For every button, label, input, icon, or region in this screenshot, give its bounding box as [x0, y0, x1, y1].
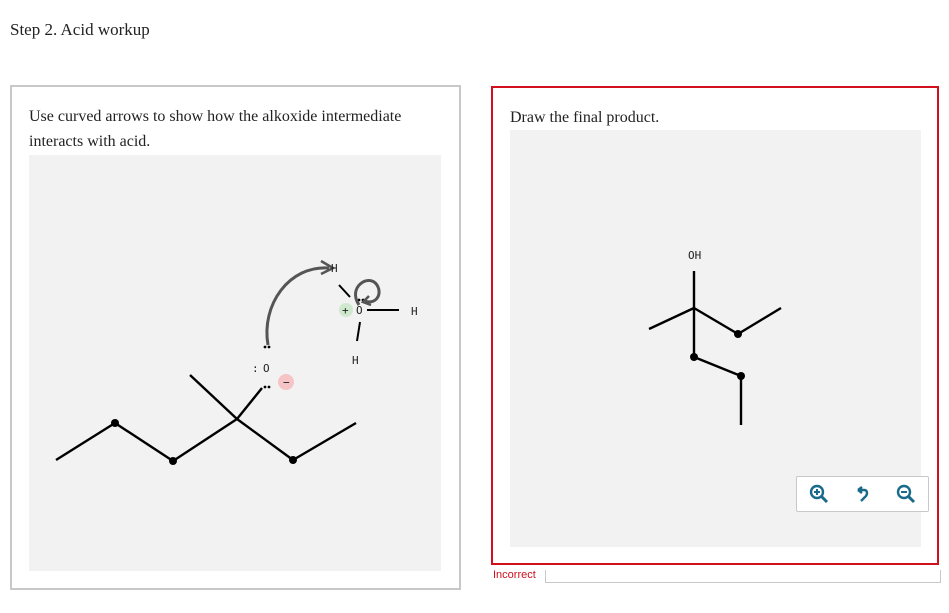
- curved-arrow[interactable]: [265, 266, 330, 346]
- product-canvas[interactable]: OH: [510, 130, 929, 547]
- plus-charge-label: +: [342, 304, 349, 317]
- zoom-in-icon: [809, 484, 828, 504]
- alkoxide-skeleton: [55, 374, 357, 463]
- alkoxide-oxygen-label[interactable]: O: [263, 362, 270, 375]
- step-title: Step 2. Acid workup: [10, 20, 150, 39]
- feedback-status: Incorrect: [493, 569, 536, 581]
- mechanism-instruction: Use curved arrows to show how the alkoxi…: [29, 108, 402, 150]
- mechanism-canvas[interactable]: − : O H + O H H: [29, 155, 441, 571]
- mechanism-drawing[interactable]: − : O H + O H H: [29, 155, 441, 571]
- hydronium-oxygen-label[interactable]: O: [356, 304, 363, 317]
- undo-icon: [857, 486, 869, 502]
- minus-charge-label: −: [283, 376, 290, 389]
- oxygen-lone-pair-label: :: [252, 362, 259, 375]
- zoom-toolbar: [796, 476, 929, 512]
- zoom-out-button[interactable]: [893, 481, 919, 507]
- reset-view-button[interactable]: [849, 481, 875, 507]
- product-panel: Draw the final product. OH: [491, 86, 939, 565]
- product-instruction: Draw the final product.: [510, 109, 660, 126]
- hydrogen-top-label[interactable]: H: [331, 262, 338, 275]
- hydrogen-bottom-label[interactable]: H: [352, 354, 359, 367]
- hydroxyl-label[interactable]: OH: [688, 249, 701, 262]
- zoom-out-icon: [896, 484, 916, 504]
- zoom-in-button[interactable]: [806, 481, 832, 507]
- o-h-bond-bottom: [356, 321, 361, 342]
- product-carbon-atoms: [690, 330, 745, 380]
- mechanism-panel: Use curved arrows to show how the alkoxi…: [10, 85, 461, 590]
- hydrogen-right-label[interactable]: H: [411, 305, 418, 318]
- product-skeleton: [648, 271, 782, 425]
- h-o-bond-top: [338, 284, 351, 298]
- feedback-underline: [545, 570, 941, 583]
